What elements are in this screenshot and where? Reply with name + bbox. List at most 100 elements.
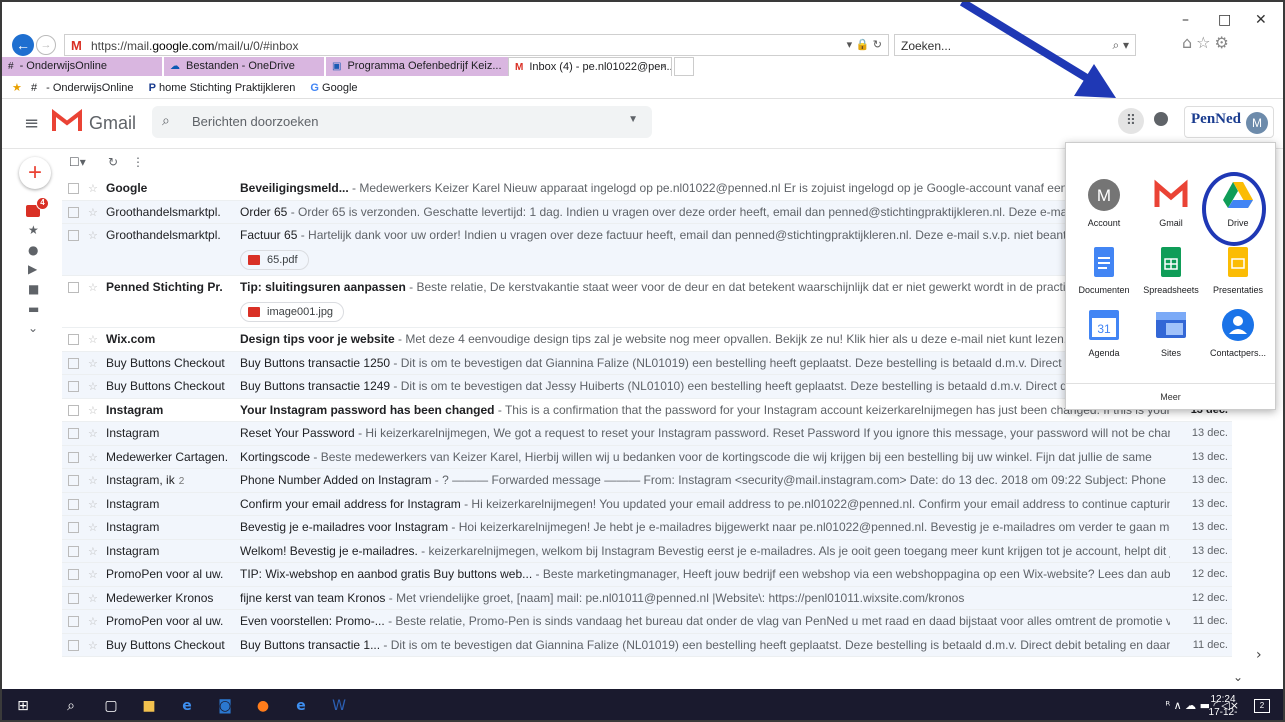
search-icon[interactable]: ⌕ <box>162 113 170 129</box>
star-icon[interactable]: ☆ <box>88 399 98 422</box>
message-row[interactable]: ☆ Google Beveiligingsmeld... - Medewerkers… <box>62 177 1232 201</box>
avatar[interactable]: M <box>1246 112 1268 134</box>
message-row[interactable]: ☆ Buy Buttons Checkout Buy Buttons transac… <box>62 375 1232 399</box>
star-icon[interactable]: ☆ <box>88 422 98 445</box>
maximize-button[interactable]: □ <box>1218 12 1231 28</box>
forward-button[interactable]: → <box>36 35 56 55</box>
attachment-chip[interactable]: 65.pdf <box>240 250 309 270</box>
row-checkbox[interactable] <box>68 451 79 463</box>
row-checkbox[interactable] <box>68 206 79 218</box>
app-account[interactable]: M Account <box>1071 178 1137 228</box>
attachment-chip[interactable]: image001.jpg <box>240 302 345 322</box>
message-row[interactable]: ☆ Groothandelsmarktpl. Order 65 - Order 65… <box>62 200 1232 224</box>
star-icon[interactable]: ☆ <box>88 587 98 610</box>
star-icon[interactable]: ☆ <box>88 276 98 299</box>
row-checkbox[interactable] <box>68 428 79 439</box>
browser-search-box[interactable]: Zoeken... ⌕ ▾ <box>894 34 1136 56</box>
starred-icon[interactable]: ★ <box>28 223 39 237</box>
star-icon[interactable]: ☆ <box>88 540 98 563</box>
app-documenten[interactable]: Documenten <box>1071 245 1137 295</box>
message-row[interactable]: ☆ PromoPen voor al uw. TIP: Wix-webshop en… <box>62 563 1232 587</box>
row-checkbox[interactable] <box>68 569 79 580</box>
row-checkbox[interactable] <box>68 404 79 416</box>
refresh-icon[interactable]: ↻ <box>108 155 118 169</box>
star-icon[interactable]: ☆ <box>88 352 98 375</box>
row-checkbox[interactable] <box>68 592 79 604</box>
outlook-icon[interactable]: ◙ <box>216 697 234 715</box>
windows-start-icon[interactable]: ⊞ <box>14 697 32 715</box>
star-icon[interactable]: ☆ <box>88 563 98 586</box>
close-window-button[interactable]: ✕ <box>1255 12 1267 28</box>
star-icon[interactable]: ☆ <box>88 224 98 247</box>
clock[interactable]: 12:2417-12-2018 <box>1198 693 1248 720</box>
row-checkbox[interactable] <box>68 498 79 510</box>
task-view-icon[interactable]: ▢ <box>102 697 120 715</box>
select-all-checkbox[interactable]: ☐▾ <box>69 155 86 169</box>
star-icon[interactable]: ☆ <box>88 375 98 398</box>
app-agenda[interactable]: 31 Agenda <box>1071 308 1137 358</box>
star-icon[interactable]: ☆ <box>88 177 98 200</box>
row-checkbox[interactable] <box>68 357 79 369</box>
message-row[interactable]: ☆ Instagram Reset Your Password - Hi keize… <box>62 422 1232 446</box>
home-icon[interactable]: ⌂ <box>1182 33 1196 52</box>
firefox-icon[interactable]: ● <box>254 697 272 715</box>
snoozed-icon[interactable]: ● <box>28 243 38 257</box>
star-icon[interactable]: ☆ <box>88 516 98 539</box>
row-checkbox[interactable] <box>68 230 79 241</box>
favorite-google[interactable]: G Google <box>310 82 363 94</box>
star-icon[interactable]: ☆ <box>88 493 98 516</box>
tab-onderwijsonline[interactable]: # - OnderwijsOnline <box>2 57 162 76</box>
message-row[interactable]: ☆ Wix.com Design tips voor je website - Me… <box>62 328 1232 352</box>
internet-explorer-icon[interactable]: e <box>292 697 310 715</box>
message-row[interactable]: ☆ Buy Buttons Checkout Buy Buttons transac… <box>62 633 1232 657</box>
google-apps-button[interactable]: ⠿ <box>1118 108 1144 134</box>
message-row[interactable]: ☆ Instagram Bevestig je e-mailadres voor I… <box>62 516 1232 540</box>
file-explorer-icon[interactable]: ■ <box>140 697 158 715</box>
favorite-onderwijsonline[interactable]: # - OnderwijsOnline <box>31 82 140 94</box>
expand-more-icon[interactable]: ⌄ <box>28 321 38 335</box>
app-spreadsheets[interactable]: Spreadsheets <box>1138 245 1204 295</box>
gmail-logo-icon[interactable] <box>52 109 82 133</box>
row-checkbox[interactable] <box>68 616 79 627</box>
row-checkbox[interactable] <box>68 334 79 345</box>
tab-inbox[interactable]: M Inbox (4) - pe.nl01022@pen... × <box>508 57 672 76</box>
back-button[interactable]: ← <box>12 34 34 56</box>
notifications-icon[interactable] <box>1154 112 1168 126</box>
hamburger-menu-icon[interactable]: ≡ <box>24 113 39 134</box>
app-gmail[interactable]: Gmail <box>1138 178 1204 228</box>
star-icon[interactable]: ☆ <box>88 610 98 633</box>
account-switcher[interactable]: PenNed M <box>1184 106 1274 138</box>
message-row[interactable]: ☆ Instagram Confirm your email address for… <box>62 492 1232 516</box>
row-checkbox[interactable] <box>68 639 79 651</box>
scroll-right-icon[interactable]: › <box>1256 647 1262 663</box>
edge-icon[interactable]: e <box>178 697 196 715</box>
app-presentaties[interactable]: Presentaties <box>1205 245 1271 295</box>
mail-search-input[interactable]: ⌕ Berichten doorzoeken ▼ <box>152 106 652 138</box>
notification-center-icon[interactable]: 2 <box>1254 699 1270 713</box>
favorites-star-icon[interactable]: ★ <box>12 82 22 94</box>
row-checkbox[interactable] <box>68 183 79 194</box>
new-tab-button[interactable] <box>674 57 694 76</box>
word-icon[interactable]: W <box>330 697 348 715</box>
row-checkbox[interactable] <box>68 522 79 533</box>
row-checkbox[interactable] <box>68 282 79 293</box>
sent-icon[interactable]: ▶ <box>28 262 37 276</box>
message-row[interactable]: ☆ Penned Stichting Pr. Tip: sluitingsuren … <box>62 276 1232 328</box>
row-checkbox[interactable] <box>68 381 79 392</box>
row-checkbox[interactable] <box>68 475 79 486</box>
star-icon[interactable]: ☆ <box>88 634 98 657</box>
search-icon[interactable]: ⌕ <box>62 697 80 715</box>
more-apps-button[interactable]: Meer <box>1066 383 1275 402</box>
address-controls[interactable]: ▾ 🔒 ↻ <box>847 38 882 51</box>
message-row[interactable]: ☆ Medewerker Cartagen. Kortingscode - Best… <box>62 445 1232 469</box>
star-icon[interactable]: ☆ <box>88 469 98 492</box>
app-contactpersonen[interactable]: Contactpers... <box>1205 308 1271 358</box>
scroll-down-icon[interactable]: ⌄ <box>1233 670 1243 684</box>
star-icon[interactable]: ☆ <box>88 201 98 224</box>
message-row[interactable]: ☆ Groothandelsmarktpl. Factuur 65 - Hartel… <box>62 224 1232 276</box>
message-row[interactable]: ☆ Instagram Your Instagram password has be… <box>62 399 1232 422</box>
star-icon[interactable]: ☆ <box>88 446 98 469</box>
tab-programma[interactable]: ▣ Programma Oefenbedrijf Keiz... <box>326 57 508 76</box>
message-row[interactable]: ☆ Instagram, ik 2 Phone Number Added on Ins… <box>62 469 1232 493</box>
drafts-icon[interactable]: ■ <box>28 282 39 296</box>
